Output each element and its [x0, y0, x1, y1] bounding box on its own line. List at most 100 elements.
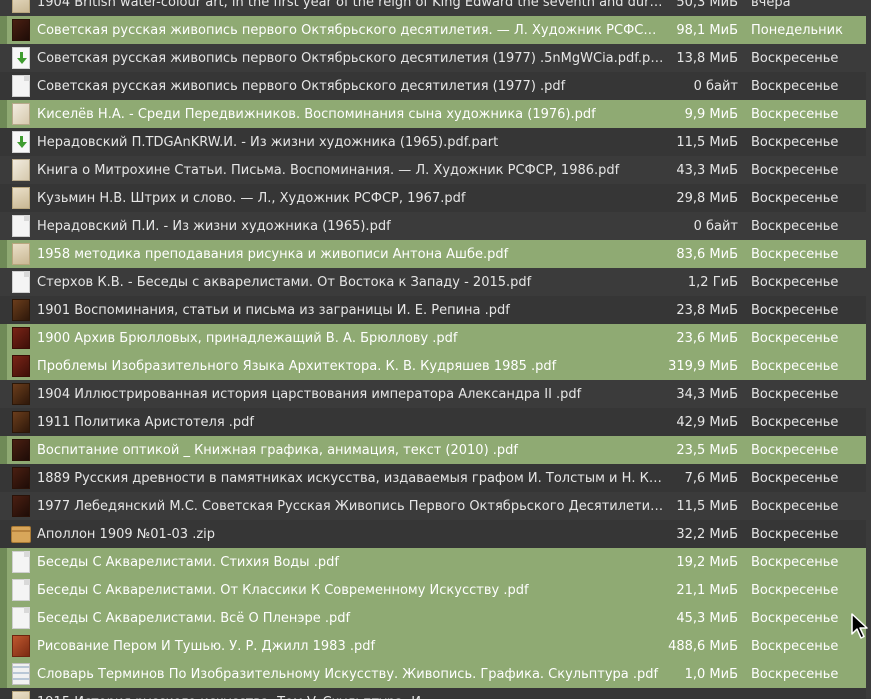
file-row[interactable]: Советская русская живопись первого Октяб… — [0, 44, 866, 72]
row-gutter — [0, 380, 7, 408]
file-name: Советская русская живопись первого Октяб… — [37, 78, 566, 94]
file-modified: Воскресенье — [751, 106, 839, 122]
file-list[interactable]: 1904 British water-colour art, in the fi… — [0, 0, 871, 699]
file-modified: Воскресенье — [751, 442, 839, 458]
file-row[interactable]: Аполлон 1909 №01-03 .zip 32,2 МиБ Воскресе… — [0, 520, 866, 548]
file-modified: Воскресенье — [751, 78, 839, 94]
file-row[interactable]: 1977 Лебедянский М.С. Советская Русская … — [0, 492, 866, 520]
file-row[interactable]: 1900 Архив Брюлловых, принадлежащий В. А… — [0, 324, 866, 352]
file-modified: Воскресенье — [751, 386, 839, 402]
book-dark-icon — [12, 439, 30, 461]
file-row[interactable]: 1915 История русского искусства. Том V. … — [0, 688, 866, 699]
file-size: 21,1 МиБ — [676, 582, 738, 598]
file-row[interactable]: 1904 British water-colour art, in the fi… — [0, 0, 866, 16]
file-name: Советская русская живопись первого Октяб… — [37, 22, 664, 38]
book-light-icon — [12, 691, 30, 699]
row-gutter — [0, 44, 7, 72]
file-row[interactable]: Проблемы Изобразительного Языка Архитект… — [0, 352, 866, 380]
file-modified: Воскресенье — [751, 526, 839, 542]
file-modified: Воскресенье — [751, 666, 839, 682]
file-row[interactable]: Беседы С Акварелистами. Стихия Воды .pdf… — [0, 548, 866, 576]
file-size: 1,0 МиБ — [684, 666, 738, 682]
file-row[interactable]: Словарь Терминов По Изобразительному Иск… — [0, 660, 866, 688]
book-light-icon — [12, 243, 30, 265]
doc-icon — [12, 607, 30, 629]
file-modified: Воскресенье — [751, 190, 839, 206]
mouse-cursor-icon — [851, 613, 868, 639]
file-modified: Воскресенье — [751, 302, 839, 318]
file-name: 1904 Иллюстрированная история царствован… — [37, 386, 582, 402]
file-name: Воспитание оптикой _ Книжная графика, ан… — [37, 442, 518, 458]
file-name: Словарь Терминов По Изобразительному Иск… — [37, 666, 659, 682]
file-size: 7,6 МиБ — [684, 470, 738, 486]
book-red-icon — [12, 355, 30, 377]
file-row[interactable]: Книга о Митрохине Статьи. Письма. Воспом… — [0, 156, 866, 184]
file-row[interactable]: 1904 Иллюстрированная история царствован… — [0, 380, 866, 408]
file-name: 1911 Политика Аристотеля .pdf — [37, 414, 254, 430]
row-gutter — [0, 576, 7, 604]
file-name: 1901 Воспоминания, статьи и письма из за… — [37, 302, 510, 318]
book-orange-icon — [12, 635, 30, 657]
book-brown-icon — [12, 383, 30, 405]
file-row[interactable]: Воспитание оптикой _ Книжная графика, ан… — [0, 436, 866, 464]
file-modified: Воскресенье — [751, 470, 839, 486]
row-gutter — [0, 688, 7, 699]
row-gutter — [0, 436, 7, 464]
row-gutter — [0, 156, 7, 184]
row-gutter — [0, 324, 7, 352]
file-row[interactable]: Советская русская живопись первого Октяб… — [0, 72, 866, 100]
file-size: 23,8 МиБ — [676, 302, 738, 318]
file-modified: Воскресенье — [751, 554, 839, 570]
file-name: Нерадовский П.И. - Из жизни художника (1… — [37, 218, 391, 234]
file-row[interactable]: Беседы С Акварелистами. От Классики К Со… — [0, 576, 866, 604]
file-size: 488,6 МиБ — [668, 638, 738, 654]
file-size: 43,3 МиБ — [676, 162, 738, 178]
file-name: Киселёв Н.А. - Среди Передвижников. Восп… — [37, 106, 596, 122]
file-row[interactable]: Беседы С Акварелистами. Всё О Пленэре .p… — [0, 604, 866, 632]
file-row[interactable]: 1911 Политика Аристотеля .pdf 42,9 МиБ Вос… — [0, 408, 866, 436]
file-modified: Воскресенье — [751, 638, 839, 654]
row-gutter — [0, 100, 7, 128]
file-size: 23,6 МиБ — [676, 330, 738, 346]
file-name: 1900 Архив Брюлловых, принадлежащий В. А… — [37, 330, 458, 346]
book-dark-icon — [12, 19, 30, 41]
file-row[interactable]: Стерхов К.В. - Беседы с акварелистами. О… — [0, 268, 866, 296]
file-name: 1904 British water-colour art, in the fi… — [37, 0, 664, 10]
row-gutter — [0, 268, 7, 296]
file-modified: Воскресенье — [751, 134, 839, 150]
doc-icon — [12, 551, 30, 573]
file-size: 50,3 МиБ — [676, 0, 738, 10]
doc-icon — [12, 271, 30, 293]
file-size: 19,2 МиБ — [676, 554, 738, 570]
row-gutter — [0, 16, 7, 44]
file-row[interactable]: Кузьмин Н.В. Штрих и слово. — Л., Художн… — [0, 184, 866, 212]
file-modified: Воскресенье — [751, 330, 839, 346]
file-row[interactable]: Нерадовский П.И. - Из жизни художника (1… — [0, 212, 866, 240]
file-size: 45,3 МиБ — [676, 610, 738, 626]
book-dark-icon — [12, 495, 30, 517]
doc-icon — [12, 75, 30, 97]
file-row[interactable]: Нерадовский П.TDGAnKRW.И. - Из жизни худ… — [0, 128, 866, 156]
archive-icon — [11, 526, 31, 543]
row-gutter — [0, 296, 7, 324]
file-row[interactable]: Рисование Пером И Тушью. У. Р. Джилл 198… — [0, 632, 866, 660]
file-name: Рисование Пером И Тушью. У. Р. Джилл 198… — [37, 638, 376, 654]
file-size: 98,1 МиБ — [676, 22, 738, 38]
file-row[interactable]: Советская русская живопись первого Октяб… — [0, 16, 866, 44]
file-row[interactable]: 1901 Воспоминания, статьи и письма из за… — [0, 296, 866, 324]
row-gutter — [0, 492, 7, 520]
file-size: 1,2 ГиБ — [687, 274, 738, 290]
file-size: 0 байт — [693, 218, 738, 234]
file-row[interactable]: 1958 методика преподавания рисунка и жив… — [0, 240, 866, 268]
file-modified: Понедельник — [751, 22, 843, 38]
file-modified: Воскресенье — [751, 610, 839, 626]
file-row[interactable]: Киселёв Н.А. - Среди Передвижников. Восп… — [0, 100, 866, 128]
file-modified: Воскресенье — [751, 162, 839, 178]
file-name: 1977 Лебедянский М.С. Советская Русская … — [37, 498, 664, 514]
file-row[interactable]: 1889 Русския древности в памятниках иску… — [0, 464, 866, 492]
file-modified: Воскресенье — [751, 246, 839, 262]
file-modified: Воскресенье — [751, 358, 839, 374]
file-size: 23,5 МиБ — [676, 442, 738, 458]
file-size: 13,8 МиБ — [676, 50, 738, 66]
book-light-icon — [12, 187, 30, 209]
